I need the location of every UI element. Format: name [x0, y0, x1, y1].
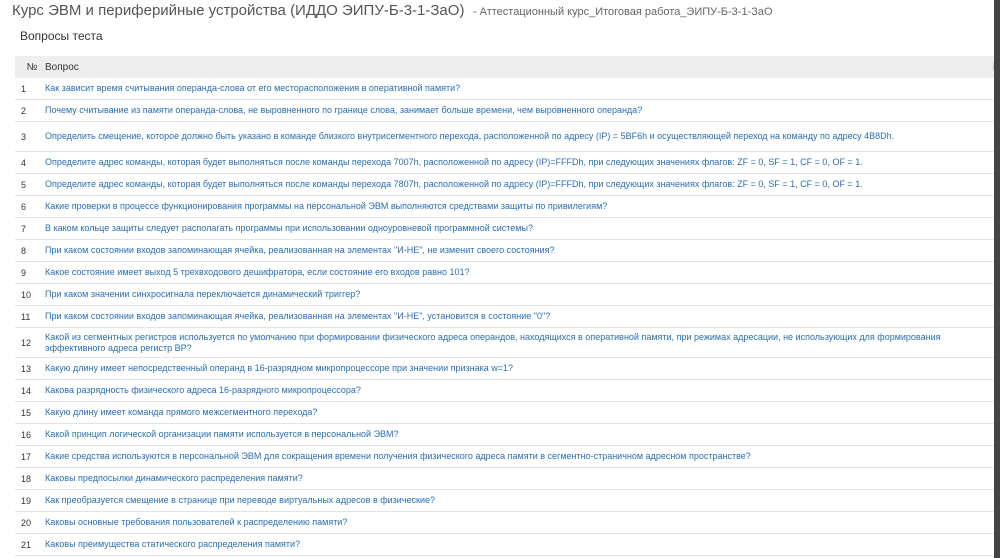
table-row[interactable]: 17 Какие средства используются в персонал…: [15, 446, 1000, 468]
table-row[interactable]: 15 Какую длину имеет команда прямого межс…: [15, 402, 1000, 424]
row-number: 2: [21, 105, 27, 116]
table-row[interactable]: 10 При каком значении синхросигнала перек…: [15, 284, 1000, 306]
row-number: 8: [21, 245, 27, 256]
question-link[interactable]: Почему считывание из памяти операнда-сло…: [45, 105, 1000, 116]
row-number: 11: [21, 311, 31, 322]
question-link[interactable]: Какое состояние имеет выход 5 трехвходов…: [45, 267, 1000, 278]
row-number: 15: [21, 407, 32, 418]
table-row[interactable]: 7 В каком кольце защиты следует располага…: [15, 218, 1000, 240]
row-number: 18: [21, 473, 32, 484]
table-row[interactable]: 21 Каковы преимущества статического распр…: [15, 534, 1000, 556]
table-row[interactable]: 18 Каковы предпосылки динамического распр…: [15, 468, 1000, 490]
question-link[interactable]: При каком состоянии входов запоминающая …: [45, 311, 1000, 322]
table-row[interactable]: 11 При каком состоянии входов запоминающа…: [15, 306, 1000, 328]
row-number: 20: [21, 517, 32, 528]
questions-table: № Вопрос П 1 Как зависит время считывания…: [15, 56, 1000, 556]
question-link[interactable]: Какую длину имеет команда прямого межсег…: [45, 407, 1000, 418]
row-number: 12: [21, 337, 32, 348]
row-number: 3: [21, 131, 27, 142]
question-link[interactable]: Какой принцип логической организации пам…: [45, 429, 1000, 440]
question-link[interactable]: Какие средства используются в персональн…: [45, 451, 1000, 462]
table-row[interactable]: 5 Определите адрес команды, которая будет…: [15, 174, 1000, 196]
scrollbar[interactable]: [994, 0, 1000, 558]
table-row[interactable]: 9 Какое состояние имеет выход 5 трехвходо…: [15, 262, 1000, 284]
question-link[interactable]: Какой из сегментных регистров использует…: [45, 332, 1000, 354]
table-header: № Вопрос П: [15, 56, 1000, 78]
row-number: 16: [21, 429, 32, 440]
row-number: 6: [21, 201, 27, 212]
question-link[interactable]: Какова разрядность физического адреса 16…: [45, 385, 1000, 396]
table-row[interactable]: 4 Определите адрес команды, которая будет…: [15, 152, 1000, 174]
row-number: 4: [21, 157, 27, 168]
question-link[interactable]: При каком состоянии входов запоминающая …: [45, 245, 1000, 256]
row-number: 21: [21, 539, 32, 550]
question-link[interactable]: Какую длину имеет непосредственный опера…: [45, 363, 1000, 374]
question-link[interactable]: Определить смещение, которое должно быть…: [45, 131, 1000, 142]
course-title: Курс ЭВМ и периферийные устройства (ИДДО…: [12, 2, 465, 19]
column-header-number: №: [26, 61, 38, 73]
section-title: Вопросы теста: [20, 29, 103, 43]
question-link[interactable]: Как преобразуется смещение в странице пр…: [45, 495, 1000, 506]
table-row[interactable]: 19 Как преобразуется смещение в странице …: [15, 490, 1000, 512]
row-number: 5: [21, 179, 27, 190]
table-row[interactable]: 1 Как зависит время считывания операнда-с…: [15, 78, 1000, 100]
table-row[interactable]: 16 Какой принцип логической организации п…: [15, 424, 1000, 446]
question-link[interactable]: Как зависит время считывания операнда-сл…: [45, 83, 1000, 94]
row-number: 1: [21, 83, 27, 94]
question-link[interactable]: Каковы преимущества статического распред…: [45, 539, 1000, 550]
row-number: 7: [21, 223, 27, 234]
table-row[interactable]: 20 Каковы основные требования пользовател…: [15, 512, 1000, 534]
table-body: 1 Как зависит время считывания операнда-с…: [15, 78, 1000, 556]
table-row[interactable]: 3 Определить смещение, которое должно быт…: [15, 122, 1000, 152]
question-link[interactable]: Определите адрес команды, которая будет …: [45, 157, 1000, 168]
row-number: 19: [21, 495, 32, 506]
question-link[interactable]: При каком значении синхросигнала переклю…: [45, 289, 1000, 300]
question-link[interactable]: Определите адрес команды, которая будет …: [45, 179, 1000, 190]
question-link[interactable]: В каком кольце защиты следует располагат…: [45, 223, 1000, 234]
table-row[interactable]: 8 При каком состоянии входов запоминающая…: [15, 240, 1000, 262]
row-number: 14: [21, 385, 32, 396]
column-header-question: Вопрос: [45, 61, 79, 73]
table-row[interactable]: 2 Почему считывание из памяти операнда-сл…: [15, 100, 1000, 122]
row-number: 13: [21, 363, 32, 374]
table-row[interactable]: 13 Какую длину имеет непосредственный опе…: [15, 358, 1000, 380]
row-number: 17: [21, 451, 32, 462]
question-link[interactable]: Каковы предпосылки динамического распред…: [45, 473, 1000, 484]
table-row[interactable]: 6 Какие проверки в процессе функционирова…: [15, 196, 1000, 218]
course-subtitle: - Аттестационный курс_Итоговая работа_ЭИ…: [472, 6, 773, 18]
page: Курс ЭВМ и периферийные устройства (ИДДО…: [0, 0, 1000, 558]
row-number: 10: [21, 289, 32, 300]
header: Курс ЭВМ и периферийные устройства (ИДДО…: [12, 0, 773, 22]
table-row[interactable]: 14 Какова разрядность физического адреса …: [15, 380, 1000, 402]
question-link[interactable]: Какие проверки в процессе функционирован…: [45, 201, 1000, 212]
table-row[interactable]: 12 Какой из сегментных регистров использу…: [15, 328, 1000, 358]
question-link[interactable]: Каковы основные требования пользователей…: [45, 517, 1000, 528]
row-number: 9: [21, 267, 27, 278]
